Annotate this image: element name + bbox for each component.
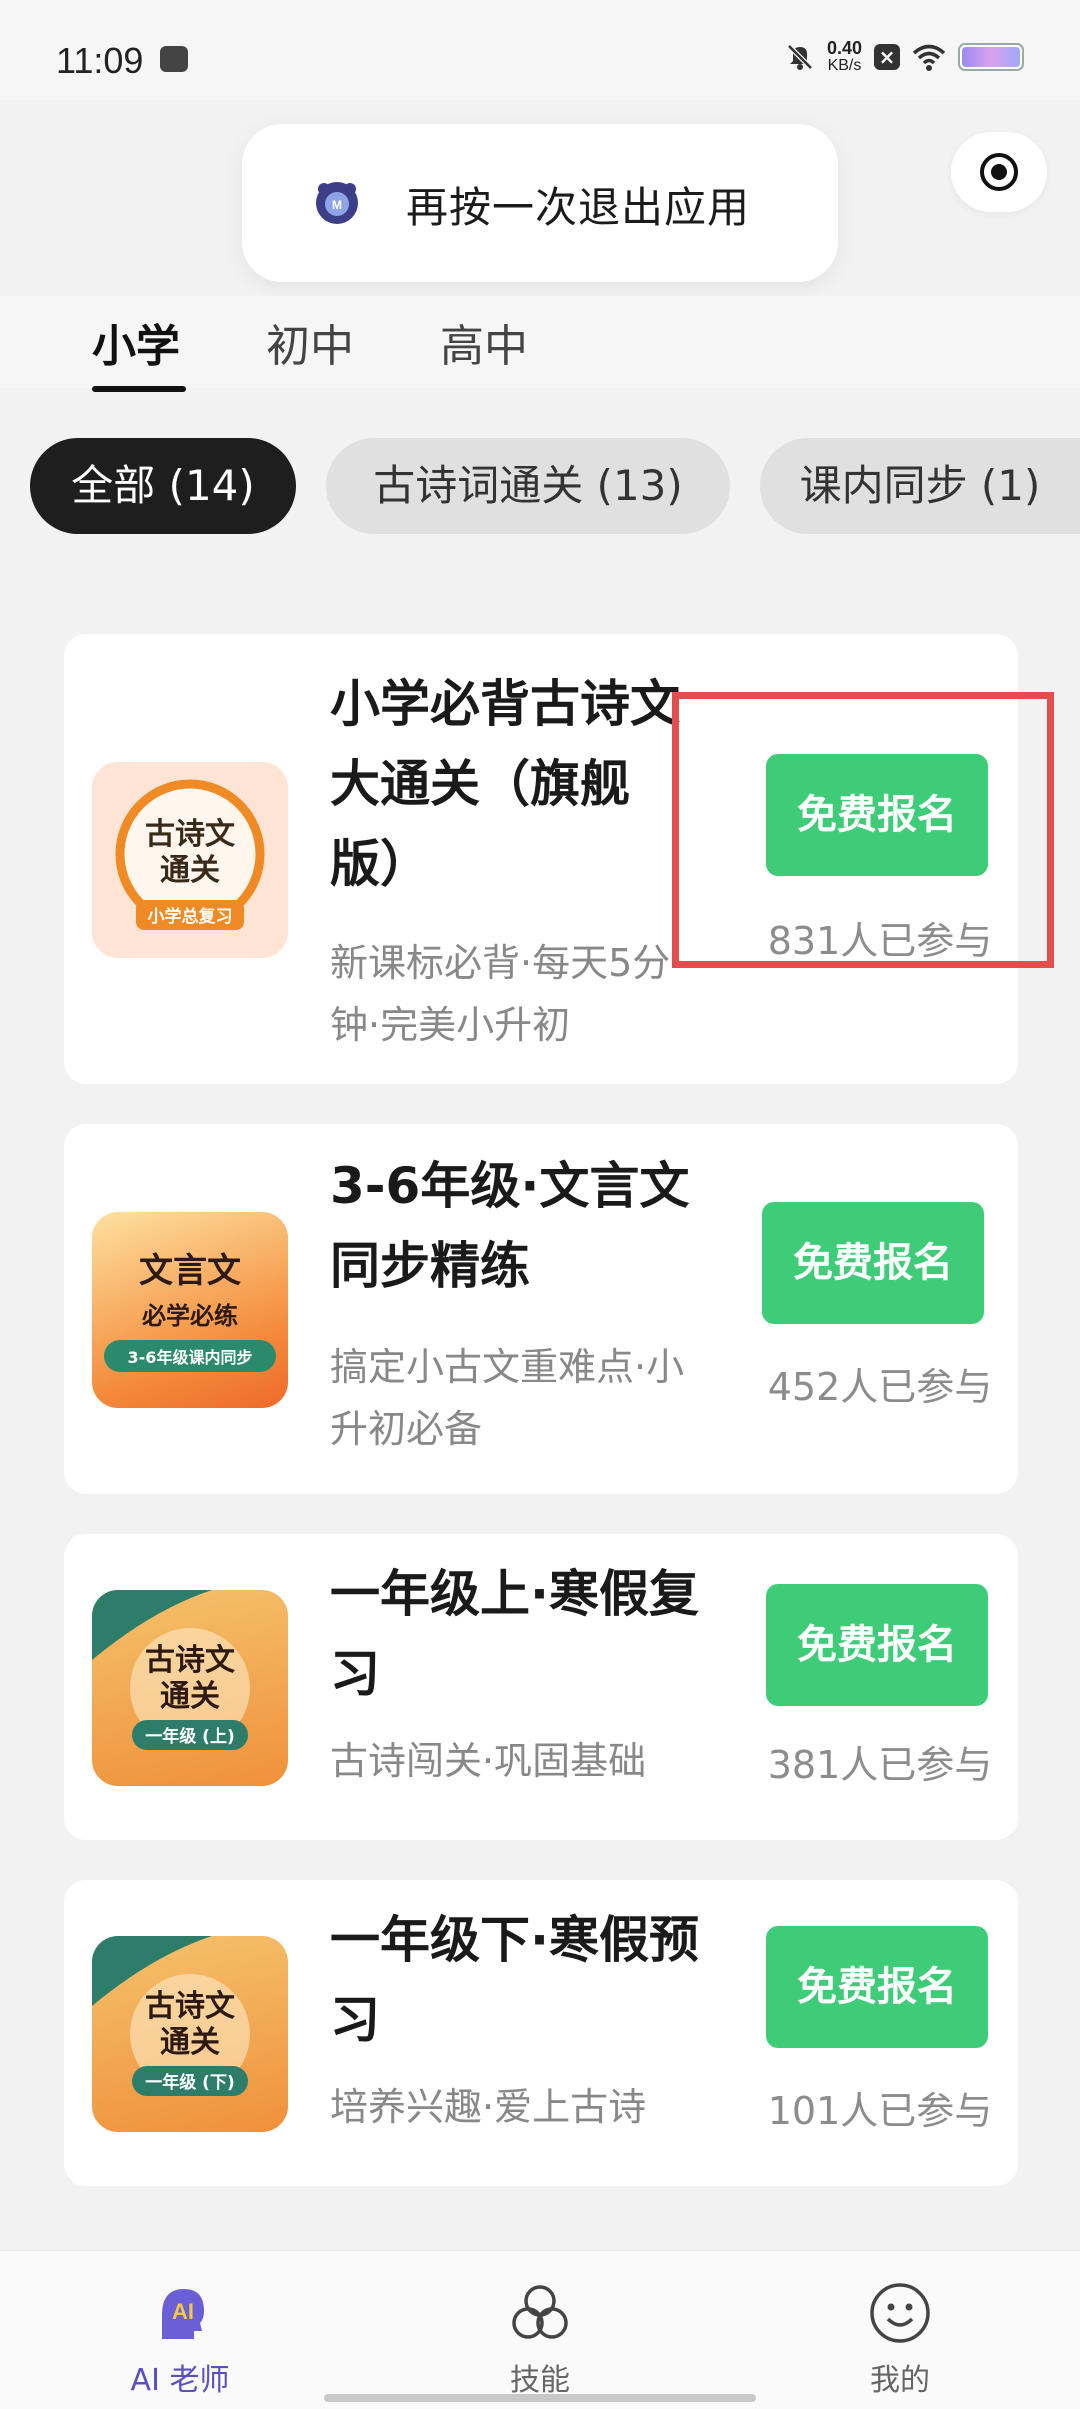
course-card[interactable]: 古诗文 通关 一年级 (下) 一年级下·寒假预 习 培养兴趣·爱上古诗 免费报名… bbox=[64, 1880, 1018, 2186]
svg-text:必学必练: 必学必练 bbox=[142, 1302, 238, 1330]
enroll-button[interactable]: 免费报名 bbox=[762, 1202, 984, 1324]
svg-text:M: M bbox=[332, 198, 342, 212]
record-icon bbox=[980, 153, 1018, 191]
participant-count: 101人已参与 bbox=[767, 2089, 993, 2133]
app-shield-icon: M bbox=[316, 182, 358, 224]
svg-text:通关: 通关 bbox=[160, 2025, 220, 2060]
course-title: 一年级下·寒假预 习 bbox=[330, 1911, 699, 2049]
course-card[interactable]: 文言文 必学必练 3-6年级课内同步 3-6年级·文言文 同步精练 搞定小古文重… bbox=[64, 1124, 1018, 1494]
course-thumbnail: 古诗文 通关 一年级 (下) bbox=[92, 1936, 288, 2132]
tab-primary[interactable]: 小学 bbox=[92, 310, 180, 374]
svg-text:3-6年级课内同步: 3-6年级课内同步 bbox=[128, 1348, 253, 1367]
level-tabs: 小学 初中 高中 bbox=[0, 296, 1080, 388]
course-subtitle: 新课标必背·每天5分 钟·完美小升初 bbox=[330, 941, 671, 1047]
chip-all[interactable]: 全部 (14) bbox=[30, 438, 296, 534]
course-title: 3-6年级·文言文 同步精练 bbox=[330, 1157, 690, 1295]
ai-teacher-icon: AI bbox=[162, 2289, 204, 2339]
skills-icon bbox=[512, 2285, 568, 2339]
bottom-nav: AI AI 老师 技能 我的 bbox=[0, 2250, 1080, 2409]
status-icons: 0.40 KB/s × bbox=[785, 38, 1024, 74]
course-thumbnail: 古诗文 通关 小学总复习 bbox=[92, 762, 288, 958]
chip-sync[interactable]: 课内同步 (1) bbox=[760, 438, 1080, 534]
toast-text: 再按一次退出应用 bbox=[406, 183, 751, 232]
exit-toast: M 再按一次退出应用 bbox=[242, 124, 838, 282]
wifi-icon bbox=[912, 44, 946, 71]
status-bar: 11:09 0.40 KB/s × bbox=[0, 0, 1080, 100]
nav-label: 我的 bbox=[870, 2363, 930, 2398]
course-title: 小学必背古诗文 大通关（旗舰 版） bbox=[330, 675, 680, 893]
mute-icon bbox=[787, 44, 813, 70]
enroll-button[interactable]: 免费报名 bbox=[766, 1926, 988, 2048]
participant-count: 452人已参与 bbox=[767, 1365, 993, 1409]
svg-text:AI: AI bbox=[172, 2299, 194, 2324]
course-subtitle: 古诗闯关·巩固基础 bbox=[330, 1739, 647, 1783]
status-time: 11:09 bbox=[56, 40, 144, 81]
tab-high[interactable]: 高中 bbox=[440, 310, 528, 374]
nav-mine[interactable]: 我的 bbox=[800, 2281, 1000, 2399]
svg-text:通关: 通关 bbox=[160, 1679, 220, 1714]
participant-count: 381人已参与 bbox=[767, 1743, 993, 1787]
highlight-box bbox=[672, 692, 1054, 968]
svg-text:一年级 (下): 一年级 (下) bbox=[145, 2072, 234, 2093]
enroll-button[interactable]: 免费报名 bbox=[766, 1584, 988, 1706]
course-thumbnail: 文言文 必学必练 3-6年级课内同步 bbox=[92, 1212, 288, 1408]
svg-text:古诗文: 古诗文 bbox=[145, 817, 235, 852]
course-subtitle: 培养兴趣·爱上古诗 bbox=[330, 2085, 647, 2129]
chip-poetry[interactable]: 古诗词通关 (13) bbox=[326, 438, 730, 534]
svg-text:古诗文: 古诗文 bbox=[145, 1643, 235, 1678]
home-indicator[interactable] bbox=[324, 2394, 756, 2402]
nav-skills[interactable]: 技能 bbox=[440, 2281, 640, 2399]
notification-icon bbox=[160, 46, 188, 72]
tab-middle[interactable]: 初中 bbox=[266, 310, 354, 374]
svg-text:小学总复习: 小学总复习 bbox=[148, 906, 233, 927]
battery-icon bbox=[958, 43, 1024, 71]
course-thumbnail: 古诗文 通关 一年级 (上) bbox=[92, 1590, 288, 1786]
net-speed: 0.40 KB/s bbox=[826, 38, 862, 74]
course-subtitle: 搞定小古文重难点·小 升初必备 bbox=[330, 1345, 685, 1451]
svg-text:古诗文: 古诗文 bbox=[145, 1989, 235, 2024]
nav-label: AI 老师 bbox=[130, 2363, 230, 2398]
svg-text:通关: 通关 bbox=[160, 853, 220, 888]
record-button[interactable] bbox=[951, 132, 1047, 212]
nav-ai-teacher[interactable]: AI AI 老师 bbox=[80, 2281, 280, 2399]
course-card[interactable]: 古诗文 通关 一年级 (上) 一年级上·寒假复 习 古诗闯关·巩固基础 免费报名… bbox=[64, 1534, 1018, 1840]
smiley-icon bbox=[870, 2283, 930, 2343]
nav-label: 技能 bbox=[510, 2363, 570, 2398]
tab-active-indicator bbox=[92, 386, 186, 392]
course-title: 一年级上·寒假复 习 bbox=[330, 1565, 699, 1703]
svg-text:文言文: 文言文 bbox=[139, 1251, 241, 1291]
close-box-icon: × bbox=[874, 44, 900, 70]
svg-text:一年级 (上): 一年级 (上) bbox=[145, 1726, 234, 1747]
